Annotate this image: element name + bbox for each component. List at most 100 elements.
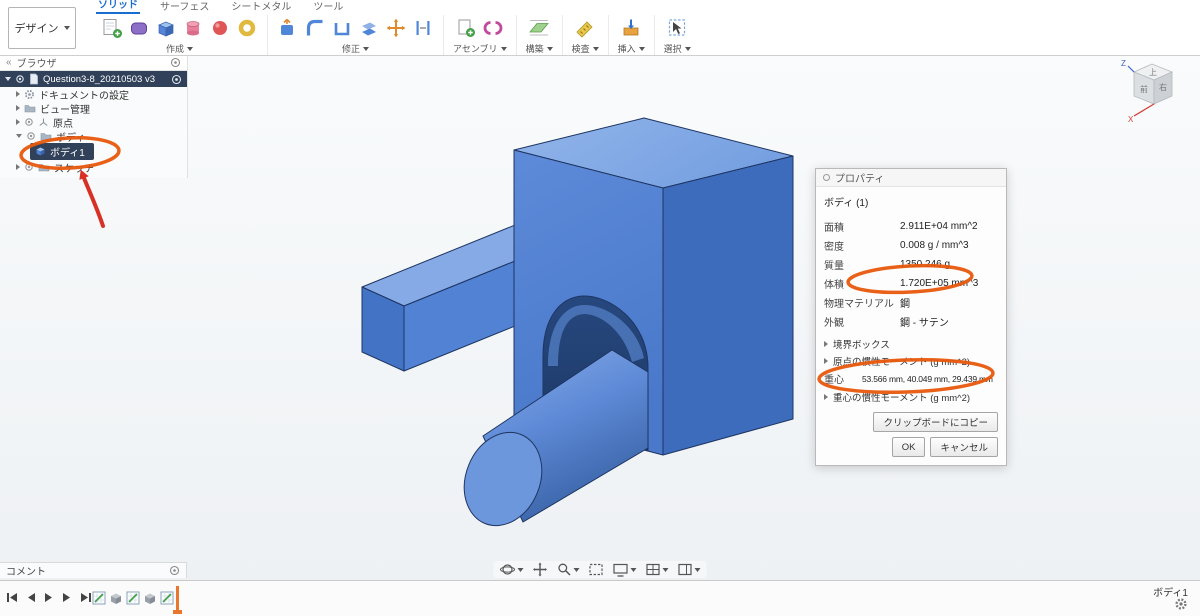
- selected-row-highlight[interactable]: ボディ1: [30, 143, 94, 160]
- create-dropdown[interactable]: 作成: [166, 42, 193, 55]
- cylinder-icon[interactable]: [182, 17, 204, 39]
- construct-dropdown[interactable]: 構築: [526, 42, 553, 55]
- tree-root-document[interactable]: Question3-8_20210503 v3: [0, 71, 187, 87]
- group-insert: 挿入: [609, 15, 655, 55]
- eye-icon[interactable]: [24, 117, 34, 127]
- timeline-features: [92, 590, 174, 606]
- sketch-icon[interactable]: [160, 590, 174, 606]
- body-feature-icon[interactable]: [143, 590, 157, 606]
- eye-icon[interactable]: [24, 162, 34, 172]
- eye-icon[interactable]: [26, 131, 36, 141]
- group-select: 選択: [655, 15, 700, 55]
- create-sketch-icon[interactable]: [101, 17, 123, 39]
- tree-item-bodies-folder[interactable]: ボディ: [0, 129, 187, 144]
- tree-root-label: Question3-8_20210503 v3: [43, 73, 155, 85]
- grid-layout-icon[interactable]: [646, 563, 669, 576]
- create-form-icon[interactable]: [128, 17, 150, 39]
- cancel-button[interactable]: キャンセル: [930, 437, 998, 457]
- display-settings-icon[interactable]: [613, 563, 637, 577]
- view-cube[interactable]: 上 前 右 X Z: [1116, 58, 1188, 130]
- collapse-panel-icon[interactable]: «: [6, 57, 12, 68]
- select-icon[interactable]: [666, 17, 688, 39]
- viewcube-right-label[interactable]: 右: [1159, 82, 1167, 92]
- timeline-scrubber[interactable]: [173, 586, 182, 614]
- select-dropdown[interactable]: 選択: [664, 42, 691, 55]
- assemble-dropdown[interactable]: アセンブリ: [453, 42, 507, 55]
- zoom-icon[interactable]: [557, 562, 580, 577]
- dialog-header[interactable]: プロパティ: [816, 169, 1006, 187]
- orbit-icon[interactable]: [500, 562, 524, 577]
- move-icon[interactable]: [385, 17, 407, 39]
- tree-item-view-management[interactable]: ビュー管理: [0, 101, 187, 116]
- panel-options-icon[interactable]: [169, 565, 180, 576]
- shell-icon[interactable]: [331, 17, 353, 39]
- comment-panel-bar[interactable]: コメント: [0, 562, 187, 578]
- tree-item-origin[interactable]: 原点: [0, 115, 187, 130]
- inspect-dropdown[interactable]: 検査: [572, 42, 599, 55]
- measure-icon[interactable]: [574, 17, 596, 39]
- tab-solid[interactable]: ソリッド: [96, 0, 140, 14]
- fillet-icon[interactable]: [304, 17, 326, 39]
- tab-tools[interactable]: ツール: [311, 0, 345, 14]
- expand-icon[interactable]: [5, 77, 11, 81]
- body-feature-icon[interactable]: [109, 590, 123, 606]
- sketch-icon[interactable]: [126, 590, 140, 606]
- section-moment-centroid[interactable]: 重心の慣性モーメント (g mm^2): [824, 388, 998, 405]
- dialog-title: プロパティ: [835, 174, 885, 185]
- tab-surface[interactable]: サーフェス: [158, 0, 211, 14]
- copy-to-clipboard-button[interactable]: クリップボードにコピー: [873, 412, 998, 432]
- section-moment-origin[interactable]: 原点の慣性モーメント (g mm^2): [824, 352, 998, 369]
- design-menu-button[interactable]: デザイン: [8, 7, 76, 49]
- step-back-button[interactable]: [26, 592, 36, 603]
- chevron-down-icon: [694, 567, 701, 572]
- torus-icon[interactable]: [236, 17, 258, 39]
- tree-item-body1[interactable]: ボディ1: [0, 143, 187, 160]
- sketch-icon[interactable]: [92, 590, 106, 606]
- insert-icon[interactable]: [620, 17, 642, 39]
- viewcube-top-label[interactable]: 上: [1149, 68, 1157, 77]
- panel-options-icon[interactable]: [170, 57, 181, 68]
- tree-item-document-settings[interactable]: ドキュメントの設定: [0, 87, 187, 102]
- go-to-start-button[interactable]: [6, 592, 18, 603]
- group-assemble: アセンブリ: [444, 15, 517, 55]
- eye-icon[interactable]: [15, 74, 25, 84]
- construction-plane-icon[interactable]: [527, 17, 551, 39]
- chevron-down-icon: [573, 567, 580, 572]
- expand-icon[interactable]: [16, 134, 22, 138]
- pan-icon[interactable]: [533, 562, 548, 577]
- toolbar-groups: 作成 修正 アセンブリ 構築 検査 挿入 選択: [92, 15, 700, 55]
- folder-icon: [40, 133, 52, 141]
- target-icon[interactable]: [171, 74, 182, 85]
- gear-icon[interactable]: [1174, 597, 1188, 611]
- expand-icon[interactable]: [16, 164, 20, 170]
- play-button[interactable]: [44, 592, 54, 603]
- box-icon[interactable]: [155, 17, 177, 39]
- fit-icon[interactable]: [589, 563, 604, 576]
- modeling-canvas[interactable]: « ブラウザ Question3-8_20210503 v3 ドキュメントの設定…: [0, 55, 1200, 580]
- press-pull-icon[interactable]: [277, 17, 299, 39]
- new-component-icon[interactable]: [455, 17, 477, 39]
- insert-dropdown[interactable]: 挿入: [618, 42, 645, 55]
- x-axis-line: [1133, 103, 1155, 117]
- go-to-end-button[interactable]: [80, 592, 92, 603]
- browser-header: « ブラウザ: [0, 55, 187, 71]
- section-bounding-box[interactable]: 境界ボックス: [824, 335, 998, 352]
- expand-icon[interactable]: [16, 119, 20, 125]
- align-icon[interactable]: [412, 17, 434, 39]
- expand-icon[interactable]: [16, 91, 20, 97]
- sphere-icon[interactable]: [209, 17, 231, 39]
- modify-dropdown[interactable]: 修正: [342, 42, 369, 55]
- tab-sheetmetal[interactable]: シートメタル: [229, 0, 293, 14]
- joint-icon[interactable]: [482, 17, 504, 39]
- workspace-tabs: ソリッド サーフェス シートメタル ツール: [96, 0, 345, 14]
- step-forward-button[interactable]: [62, 592, 72, 603]
- tree-item-sketches-folder[interactable]: スケッチ: [0, 160, 187, 175]
- viewcube-front-label[interactable]: 前: [1140, 84, 1148, 94]
- viewports-icon[interactable]: [678, 563, 701, 576]
- combine-icon[interactable]: [358, 17, 380, 39]
- chevron-down-icon: [638, 46, 645, 51]
- expand-icon[interactable]: [16, 105, 20, 111]
- ok-button[interactable]: OK: [891, 437, 926, 457]
- property-row-appearance: 外観鋼 - サテン: [824, 318, 949, 329]
- expand-icon: [824, 393, 828, 400]
